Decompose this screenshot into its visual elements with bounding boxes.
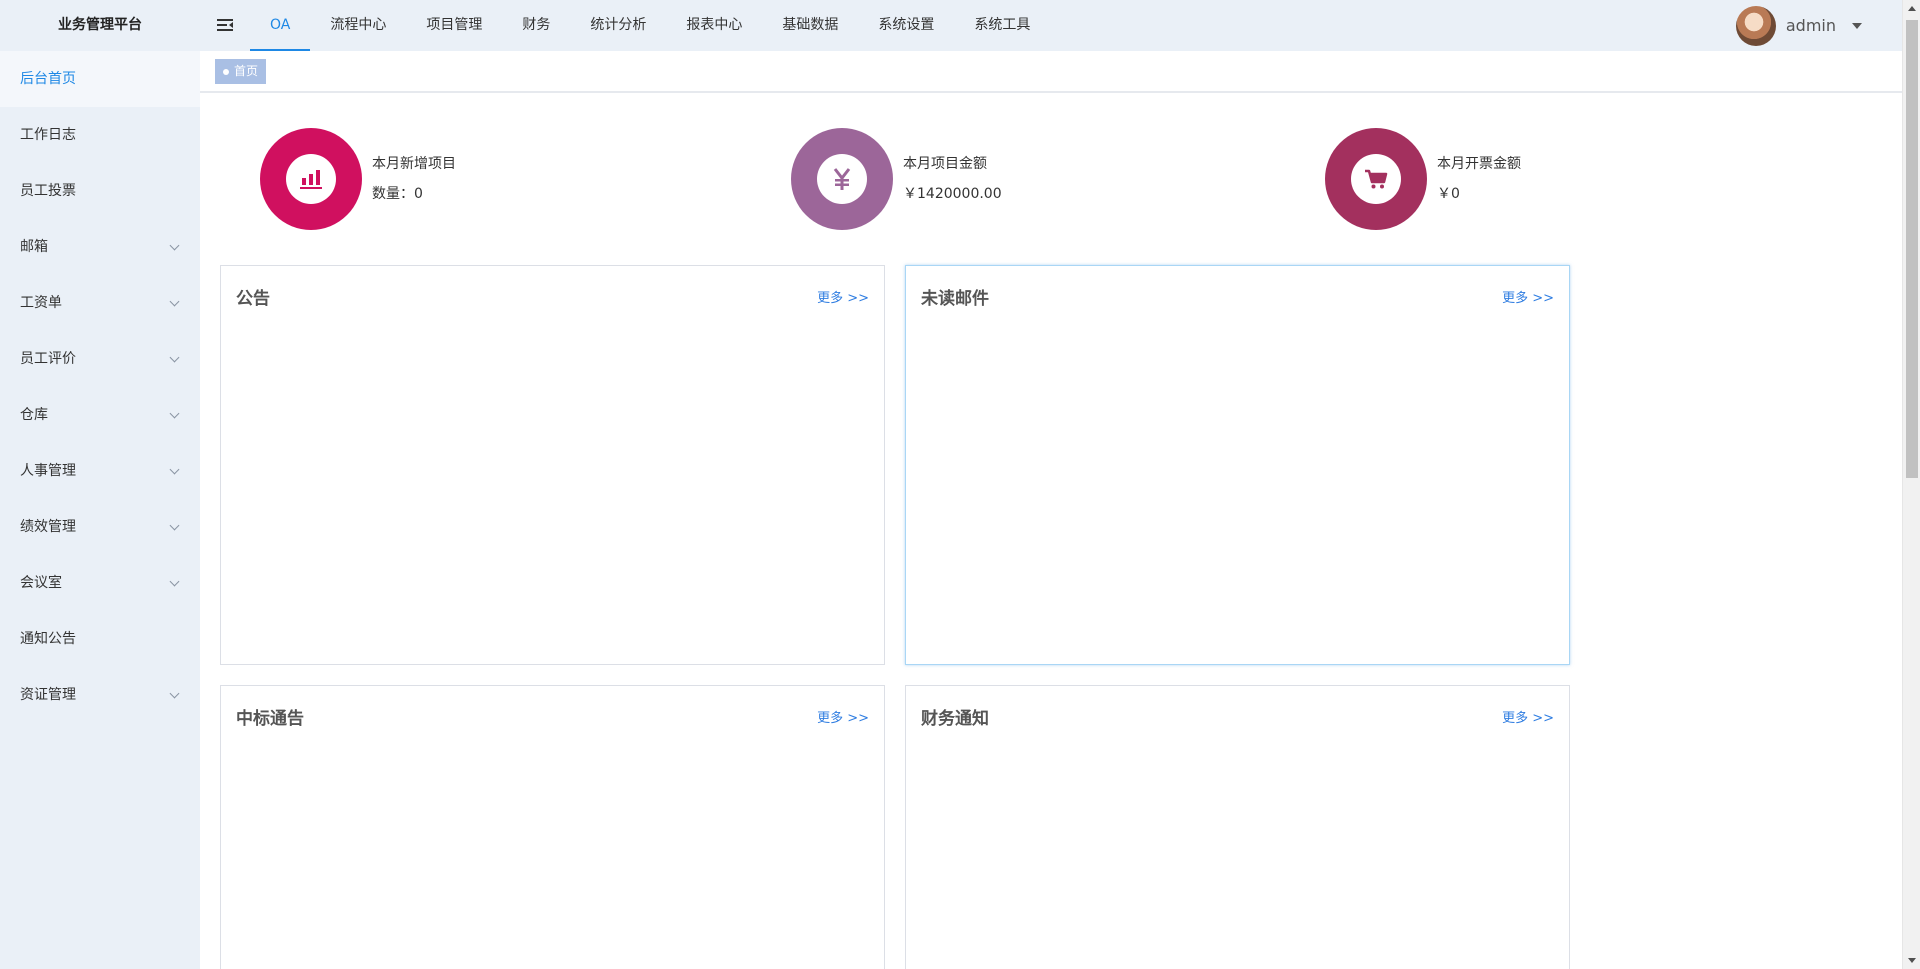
stat-title: 本月开票金额 <box>1437 156 1521 172</box>
nav-report-center[interactable]: 报表中心 <box>666 0 762 51</box>
sidebar-item-mailbox[interactable]: 邮箱 <box>0 219 200 275</box>
sidebar-item-label: 工资单 <box>20 295 62 311</box>
tab-label: 首页 <box>234 64 259 78</box>
stat-value: ￥0 <box>1437 186 1460 202</box>
sidebar-item-notices[interactable]: 通知公告 <box>0 611 200 667</box>
stat-title: 本月新增项目 <box>372 156 456 172</box>
chevron-down-icon <box>169 464 180 475</box>
panel-title: 财务通知 <box>921 709 989 729</box>
sidebar-item-certificates[interactable]: 资证管理 <box>0 667 200 723</box>
top-bar: 业务管理平台 OA 流程中心 项目管理 财务 统计分析 报表中心 基础数据 系统… <box>0 0 1902 51</box>
nav-basic-data[interactable]: 基础数据 <box>762 0 858 51</box>
stat-value: ￥1420000.00 <box>903 186 1002 202</box>
nav-finance[interactable]: 财务 <box>502 0 570 51</box>
tab-home[interactable]: 首页 <box>215 59 267 84</box>
sidebar-item-label: 会议室 <box>20 575 62 591</box>
brand-title: 业务管理平台 <box>58 17 142 33</box>
bid-award-panel: 中标通告 更多 >> <box>220 685 885 969</box>
scroll-up-arrow-icon[interactable] <box>1908 6 1916 11</box>
chevron-down-icon <box>169 520 180 531</box>
sidebar-item-payslip[interactable]: 工资单 <box>0 275 200 331</box>
announcement-panel: 公告 更多 >> <box>220 265 885 665</box>
stat-ring <box>1325 128 1427 230</box>
stat-ring <box>791 128 893 230</box>
shopping-cart-icon <box>1365 169 1388 189</box>
sidebar-item-label: 员工评价 <box>20 351 76 367</box>
menu-toggle-icon[interactable] <box>216 16 234 34</box>
stat-ring <box>260 128 362 230</box>
sidebar-item-home[interactable]: 后台首页 <box>0 51 200 107</box>
stat-text: 本月项目金额 ￥1420000.00 <box>903 154 1002 204</box>
stat-icon-holder <box>1351 154 1401 204</box>
more-link[interactable]: 更多 >> <box>817 287 869 306</box>
scrollbar-thumb[interactable] <box>1906 20 1918 478</box>
stat-invoice-amount: 本月开票金额 ￥0 <box>1325 128 1521 230</box>
panel-title: 公告 <box>236 289 270 309</box>
scroll-down-arrow-icon[interactable] <box>1908 958 1916 963</box>
nav-process-center[interactable]: 流程中心 <box>310 0 406 51</box>
sidebar: 后台首页 工作日志 员工投票 邮箱 工资单 员工评价 仓库 人事管理 绩效管理 … <box>0 51 200 969</box>
chevron-down-icon <box>169 240 180 251</box>
sidebar-item-label: 资证管理 <box>20 687 76 703</box>
panel-title: 未读邮件 <box>921 289 989 309</box>
panel-title: 中标通告 <box>236 709 304 729</box>
nav-oa[interactable]: OA <box>250 0 311 51</box>
more-link[interactable]: 更多 >> <box>1502 287 1554 306</box>
stat-value: 数量：0 <box>372 186 423 202</box>
nav-project-management[interactable]: 项目管理 <box>406 0 502 51</box>
breadcrumb: 首页 <box>200 51 1902 93</box>
chevron-down-icon <box>169 576 180 587</box>
sidebar-item-label: 后台首页 <box>20 71 76 87</box>
sidebar-item-warehouse[interactable]: 仓库 <box>0 387 200 443</box>
sidebar-item-employee-vote[interactable]: 员工投票 <box>0 163 200 219</box>
unread-mail-panel: 未读邮件 更多 >> <box>905 265 1570 665</box>
sidebar-item-label: 工作日志 <box>20 127 76 143</box>
chevron-down-icon <box>169 296 180 307</box>
avatar[interactable] <box>1735 5 1776 46</box>
stat-icon-holder <box>286 154 336 204</box>
stat-icon-holder <box>817 154 867 204</box>
more-link[interactable]: 更多 >> <box>817 707 869 726</box>
sidebar-item-employee-review[interactable]: 员工评价 <box>0 331 200 387</box>
user-menu[interactable]: admin <box>1735 5 1862 46</box>
sidebar-item-meeting-room[interactable]: 会议室 <box>0 555 200 611</box>
sidebar-item-hr[interactable]: 人事管理 <box>0 443 200 499</box>
sidebar-item-label: 人事管理 <box>20 463 76 479</box>
stat-text: 本月开票金额 ￥0 <box>1437 154 1521 204</box>
sidebar-item-label: 通知公告 <box>20 631 76 647</box>
sidebar-item-label: 绩效管理 <box>20 519 76 535</box>
nav-system-settings[interactable]: 系统设置 <box>858 0 954 51</box>
nav-system-tools[interactable]: 系统工具 <box>954 0 1050 51</box>
chevron-down-icon <box>169 408 180 419</box>
stat-new-projects: 本月新增项目 数量：0 <box>260 128 456 230</box>
bar-chart-podium-icon <box>300 170 322 189</box>
user-name[interactable]: admin <box>1786 16 1836 35</box>
sidebar-item-performance[interactable]: 绩效管理 <box>0 499 200 555</box>
more-link[interactable]: 更多 >> <box>1502 707 1554 726</box>
stat-title: 本月项目金额 <box>903 156 987 172</box>
sidebar-item-label: 仓库 <box>20 407 48 423</box>
chevron-down-icon <box>169 352 180 363</box>
finance-notice-panel: 财务通知 更多 >> <box>905 685 1570 969</box>
vertical-scrollbar[interactable] <box>1902 0 1920 969</box>
top-nav: OA 流程中心 项目管理 财务 统计分析 报表中心 基础数据 系统设置 系统工具 <box>250 0 1050 51</box>
sidebar-item-work-log[interactable]: 工作日志 <box>0 107 200 163</box>
stat-project-amount: 本月项目金额 ￥1420000.00 <box>791 128 1002 230</box>
sidebar-item-label: 邮箱 <box>20 239 48 255</box>
caret-down-icon[interactable] <box>1852 22 1862 29</box>
chevron-down-icon <box>169 688 180 699</box>
sidebar-item-label: 员工投票 <box>20 183 76 199</box>
stat-text: 本月新增项目 数量：0 <box>372 154 456 204</box>
nav-statistics[interactable]: 统计分析 <box>570 0 666 51</box>
yen-icon <box>833 168 851 190</box>
dot-icon <box>223 68 229 75</box>
